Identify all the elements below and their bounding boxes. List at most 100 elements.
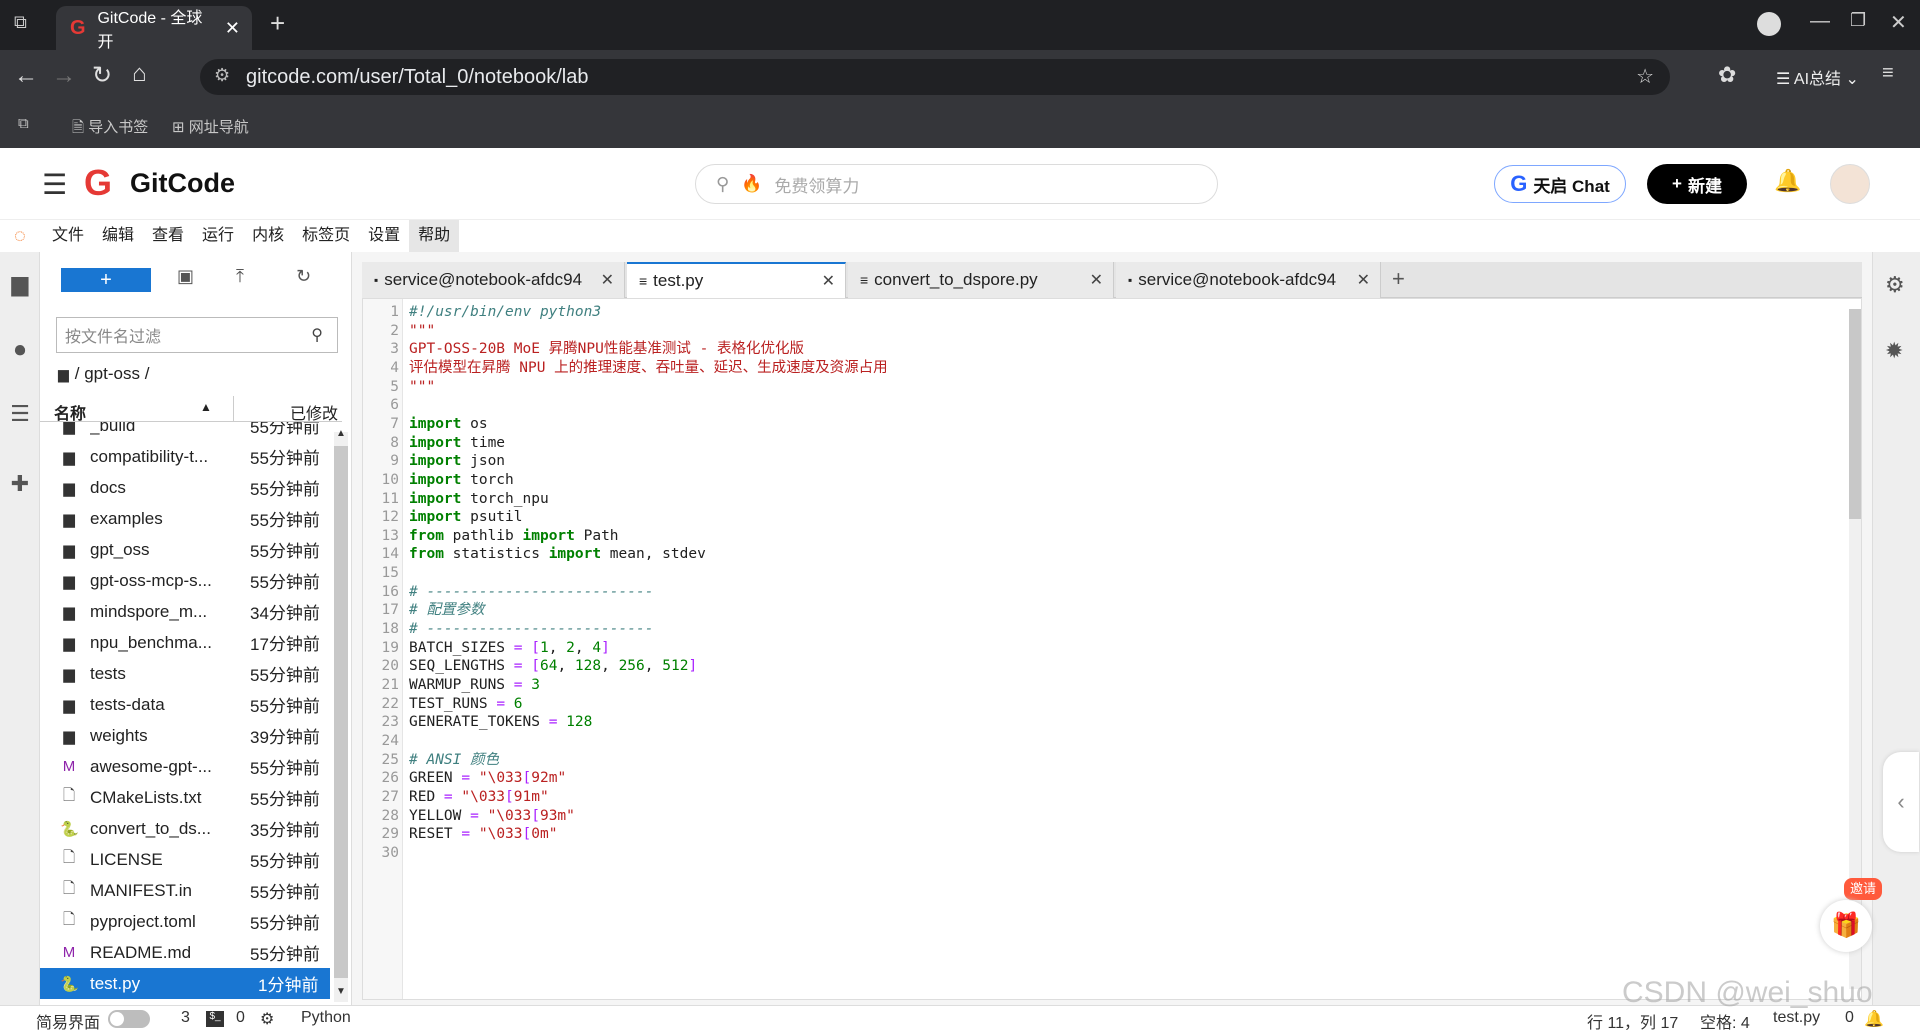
gift-icon[interactable]: 🎁	[1820, 900, 1872, 952]
cursor-position[interactable]: 行 11，列 17	[1587, 1009, 1678, 1033]
tianqi-chat-button[interactable]: G 天启 Chat	[1494, 165, 1626, 203]
folder-icon[interactable]: ▆	[8, 272, 32, 296]
editor-scroll-thumb[interactable]	[1849, 309, 1861, 519]
menu-help[interactable]: 帮助	[409, 220, 460, 252]
file-list-scroll-thumb[interactable]	[334, 446, 348, 978]
language-mode[interactable]: Python	[301, 1009, 351, 1027]
menu-icon[interactable]: ≡	[1882, 62, 1894, 85]
file-row[interactable]: M README.md 55分钟前	[40, 937, 330, 968]
extensions-icon[interactable]: ✿	[1718, 62, 1736, 88]
file-row[interactable]: ▆ compatibility-t... 55分钟前	[40, 441, 330, 472]
tab-terminal-1[interactable]: ▪ service@notebook-afdc94 ✕	[362, 262, 625, 298]
ai-summary-button[interactable]: ☰ AI总结 ⌄	[1776, 65, 1859, 89]
window-close-icon[interactable]: ✕	[1890, 10, 1907, 35]
header-search-input[interactable]: ⚲ 🔥 免费领算力	[695, 164, 1218, 204]
file-modified: 55分钟前	[250, 542, 320, 561]
indent-spaces[interactable]: 空格: 4	[1700, 1009, 1750, 1033]
reload-icon[interactable]: ↻	[92, 61, 112, 90]
tab-search-icon[interactable]: ⧉	[14, 12, 27, 33]
new-tab-icon[interactable]: +	[270, 8, 285, 39]
bookmark-import[interactable]: 🗎 导入书签	[72, 116, 148, 142]
back-icon[interactable]: ←	[14, 62, 38, 90]
close-icon[interactable]: ✕	[1090, 270, 1103, 290]
file-row[interactable]: 🐍 convert_to_ds... 35分钟前	[40, 813, 330, 844]
file-row[interactable]: ▆ _build 55分钟前	[40, 422, 330, 441]
code-editor[interactable]: 1 2 3 4 5 6 7 8 9 10 11 12 13 14 15 16 17 18 19 20 21 22 23 24 2…	[362, 298, 1862, 1000]
menu-settings[interactable]: 设置	[359, 220, 409, 252]
refresh-icon[interactable]: ↻	[296, 266, 311, 287]
file-row[interactable]: 🗋 LICENSE 55分钟前	[40, 844, 330, 875]
terminal-count[interactable]: 3	[181, 1009, 190, 1027]
bookmark-nav[interactable]: ⊞ 网址导航	[172, 116, 249, 137]
new-button[interactable]: + 新建	[1647, 164, 1747, 204]
browser-tab-gitcode[interactable]: G GitCode - 全球开 ✕	[56, 6, 252, 51]
file-row[interactable]: 🗋 pyproject.toml 55分钟前	[40, 906, 330, 937]
extensions-puzzle-icon[interactable]: ✚	[8, 472, 32, 496]
user-avatar[interactable]	[1830, 164, 1870, 204]
restore-icon[interactable]: ❐	[1850, 10, 1866, 31]
file-row[interactable]: Mawesome-gpt-... 55分钟前	[40, 751, 330, 782]
breadcrumb[interactable]: ▆ / gpt-oss /	[58, 364, 149, 384]
profile-avatar-icon[interactable]	[1757, 12, 1781, 36]
forward-icon[interactable]: →	[52, 62, 76, 90]
file-row[interactable]: ▆ docs 55分钟前	[40, 472, 330, 503]
menu-tabs[interactable]: 标签页	[293, 220, 359, 252]
menu-file[interactable]: 文件	[43, 220, 93, 252]
file-row[interactable]: 🗋 MANIFEST.in 55分钟前	[40, 875, 330, 906]
invite-badge[interactable]: 邀请	[1844, 878, 1882, 900]
close-icon[interactable]: ✕	[601, 270, 614, 290]
tab-convert-py[interactable]: ≡ convert_to_dspore.py ✕	[848, 262, 1114, 298]
notification-count[interactable]: 0	[1845, 1009, 1854, 1027]
kernel-count[interactable]: 0	[236, 1009, 245, 1027]
property-inspector-icon[interactable]: ⚙	[1885, 272, 1905, 298]
collapse-panel-icon[interactable]: ‹	[1883, 752, 1919, 852]
close-tab-icon[interactable]: ✕	[225, 18, 240, 39]
scroll-down-icon[interactable]: ▼	[336, 986, 346, 997]
file-row[interactable]: ▆ mindspore_m... 34分钟前	[40, 596, 330, 627]
menu-kernel[interactable]: 内核	[243, 220, 293, 252]
file-row[interactable]: 🗋 CMakeLists.txt 55分钟前	[40, 782, 330, 813]
scroll-up-icon[interactable]: ▲	[336, 428, 346, 439]
upload-icon[interactable]: ⤒	[236, 266, 244, 287]
site-info-icon[interactable]: ⚙	[214, 65, 230, 86]
column-modified[interactable]: 已修改	[290, 400, 338, 424]
file-row[interactable]: ▆ examples 55分钟前	[40, 503, 330, 534]
file-row[interactable]: ▆ npu_benchma... 17分钟前	[40, 627, 330, 658]
notification-bell-icon[interactable]: 🔔	[1774, 168, 1801, 194]
sort-ascending-icon[interactable]: ▲	[200, 400, 212, 414]
add-tab-icon[interactable]: +	[1392, 266, 1405, 292]
debugger-icon[interactable]: ✹	[1885, 338, 1903, 364]
bookmark-star-icon[interactable]: ☆	[1636, 64, 1654, 89]
toc-icon[interactable]: ☰	[8, 402, 32, 426]
gitcode-logo-text[interactable]: GitCode	[130, 168, 235, 199]
file-row[interactable]: ▆ gpt_oss 55分钟前	[40, 534, 330, 565]
file-row[interactable]: 🐍 test.py 1分钟前	[40, 968, 330, 999]
file-list-scrollbar[interactable]: ▲ ▼	[334, 428, 348, 1002]
file-row[interactable]: ▆ tests-data 55分钟前	[40, 689, 330, 720]
hamburger-menu-icon[interactable]: ☰	[42, 168, 67, 201]
file-name: compatibility-t...	[90, 446, 209, 466]
file-row[interactable]: ▆ tests 55分钟前	[40, 658, 330, 689]
home-icon[interactable]: ⌂	[132, 60, 147, 88]
new-folder-icon[interactable]: ▣	[177, 266, 194, 287]
gitcode-logo-icon[interactable]: G	[84, 162, 112, 204]
close-icon[interactable]: ✕	[1357, 270, 1370, 290]
menu-view[interactable]: 查看	[143, 220, 193, 252]
menu-run[interactable]: 运行	[193, 220, 243, 252]
tab-test-py[interactable]: ≡ test.py ✕	[627, 262, 846, 298]
menu-edit[interactable]: 编辑	[93, 220, 143, 252]
new-launcher-button[interactable]: +	[61, 268, 151, 292]
minimize-icon[interactable]: —	[1810, 10, 1830, 33]
file-filter-input[interactable]: 按文件名过滤 ⚲	[56, 317, 338, 353]
file-row[interactable]: ▆ gpt-oss-mcp-s... 55分钟前	[40, 565, 330, 596]
status-bell-icon[interactable]: 🔔	[1864, 1009, 1884, 1029]
tab-terminal-2[interactable]: ▪ service@notebook-afdc94 ✕	[1116, 262, 1381, 298]
close-icon[interactable]: ✕	[822, 271, 835, 291]
simple-mode-toggle[interactable]	[108, 1010, 150, 1028]
column-name[interactable]: 名称	[54, 400, 86, 424]
ai-summary-label: AI总结	[1793, 71, 1842, 88]
url-input[interactable]: ⚙ gitcode.com/user/Total_0/notebook/lab …	[200, 59, 1670, 95]
file-row[interactable]: ▆ weights 39分钟前	[40, 720, 330, 751]
tab-groups-icon[interactable]: ⧉	[18, 115, 29, 132]
running-kernels-icon[interactable]: ⏺	[8, 338, 32, 362]
